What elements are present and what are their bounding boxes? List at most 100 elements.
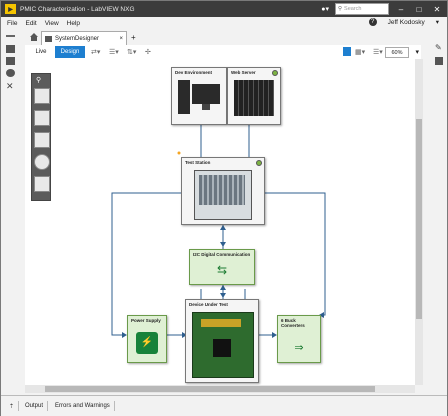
search-placeholder: Search [344,6,362,12]
scroll-thumb[interactable] [45,386,375,392]
node-title: Device Under Test [189,302,228,307]
menu-help[interactable]: Help [67,20,80,27]
node-title: 6 Buck Converters [281,318,305,328]
menu-view[interactable]: View [45,20,59,27]
system-designer-icon [45,35,52,42]
horizontal-scrollbar[interactable] [25,385,415,393]
arrow-down-icon [220,242,226,247]
user-menu[interactable]: ? Jeff Kodosky ▾ [363,18,441,26]
window-title: PMIC Characterization - LabVIEW NXG [20,5,135,13]
hardware-palette: ⚲ [31,73,51,201]
add-tab-icon[interactable]: + [131,33,136,42]
bottom-panel-bar: ⇡ Output Errors and Warnings [1,395,447,416]
title-bar: ▶ PMIC Characterization - LabVIEW NXG ●▾… [1,1,447,17]
scroll-thumb[interactable] [416,119,422,319]
vertical-scrollbar[interactable] [415,59,423,385]
palette-item-network[interactable] [34,154,50,170]
arrange-icon[interactable]: ⇅▾ [127,48,136,56]
pxi-chassis-icon [194,170,252,220]
search-icon: ⚲ [338,6,343,12]
diagram-canvas[interactable]: ⚲ Dev Environment Web Server Test Statio… [25,59,415,385]
editor-toolbar: Live Design ⇄▾ ☰▾ ⇅▾ ✢ ▦▾ ☰▾ 60% ▾ [25,45,421,60]
palette-item-comments[interactable] [34,176,50,192]
tab-live[interactable]: Live [29,46,53,58]
wire-test-power[interactable] [111,192,181,336]
chip-icon [213,339,231,357]
menu-file[interactable]: File [7,20,17,27]
converter-icon: ⇒ [294,342,304,354]
cursor-plus-icon[interactable]: ✢ [145,48,151,56]
node-title: Test Station [185,160,211,165]
tools-icon[interactable]: ✕ [6,81,15,91]
minimize-button[interactable]: – [395,5,407,14]
right-toolbar: ✎ [431,29,447,395]
chevron-down-icon[interactable]: ▾ [415,48,419,56]
properties-icon[interactable] [435,57,443,65]
target-icon[interactable] [6,69,15,77]
node-title: I2C Digital Communication [193,252,251,257]
left-toolbar: ✕ [1,29,21,395]
node-title: Web Server [231,70,256,75]
server-rack-icon [234,80,274,116]
user-name: Jeff Kodosky [387,18,425,26]
wrench-icon[interactable]: ✎ [435,43,442,52]
grid-icon[interactable]: ▦▾ [355,48,365,56]
node-title: Dev Environment [175,70,213,75]
node-web-server[interactable]: Web Server [227,67,281,125]
node-test-station[interactable]: Test Station [181,157,265,225]
menu-edit[interactable]: Edit [25,20,36,27]
chevron-down-icon: ▾ [435,19,439,26]
align-icon[interactable]: ⇄▾ [91,48,100,56]
list-icon[interactable] [6,57,15,65]
node-dev-environment[interactable]: Dev Environment [171,67,227,125]
search-input[interactable]: ⚲ Search [335,3,389,15]
zoom-select[interactable]: 60% [385,47,409,58]
tab-design[interactable]: Design [55,46,85,58]
circuit-board-icon [192,312,254,378]
panel-icon[interactable] [343,47,351,56]
palette-item-computers[interactable] [34,110,50,126]
labview-icon: ▶ [5,4,16,14]
search-icon[interactable]: ⚲ [36,76,41,84]
home-icon[interactable] [29,32,39,42]
node-i2c-communication[interactable]: I2C Digital Communication ⇆ [189,249,255,285]
node-buck-converters[interactable]: 6 Buck Converters ⇒ [277,315,321,363]
node-device-under-test[interactable]: Device Under Test [185,299,259,383]
palette-item-instruments[interactable] [34,132,50,148]
chat-icon[interactable]: ●▾ [321,5,329,13]
arrow-up-icon [220,285,226,290]
arrow-down-icon [220,293,226,298]
power-supply-icon: ⚡ [136,332,158,354]
document-tab-row: SystemDesigner × + [25,31,431,45]
tab-label: SystemDesigner [55,35,100,42]
collapse-icon[interactable] [6,35,15,37]
list-view-icon[interactable]: ☰▾ [373,48,383,56]
file-icon[interactable] [6,45,15,53]
app-window: ▶ PMIC Characterization - LabVIEW NXG ●▾… [0,0,448,416]
cursor-dot [177,151,181,155]
arrow-up-icon [220,225,226,230]
zoom-value: 60% [391,49,403,56]
wire-test-buck[interactable] [265,192,326,316]
communication-icon: ⇆ [216,263,228,277]
close-button[interactable]: ✕ [431,5,443,14]
monitor-stand-icon [202,104,210,110]
monitor-icon [192,84,220,104]
node-power-supply[interactable]: Power Supply ⚡ [127,315,167,363]
close-tab-icon[interactable]: × [119,36,123,42]
menu-bar: File Edit View Help ? Jeff Kodosky ▾ [1,17,447,29]
maximize-button[interactable]: □ [413,5,425,14]
help-icon[interactable]: ? [368,18,377,26]
chassis-slots [199,175,245,205]
expand-panel-icon[interactable]: ⇡ [5,401,20,411]
tab-errors-and-warnings[interactable]: Errors and Warnings [51,401,115,411]
board-connector [201,319,241,327]
status-dot [272,70,278,76]
palette-item-search-hardware[interactable] [34,88,50,104]
tab-systemdesigner[interactable]: SystemDesigner × [41,31,127,45]
status-dot [256,160,262,166]
tower-pc-icon [178,80,190,114]
distribute-icon[interactable]: ☰▾ [109,48,119,56]
tab-output[interactable]: Output [21,401,49,411]
node-title: Power Supply [131,318,161,323]
